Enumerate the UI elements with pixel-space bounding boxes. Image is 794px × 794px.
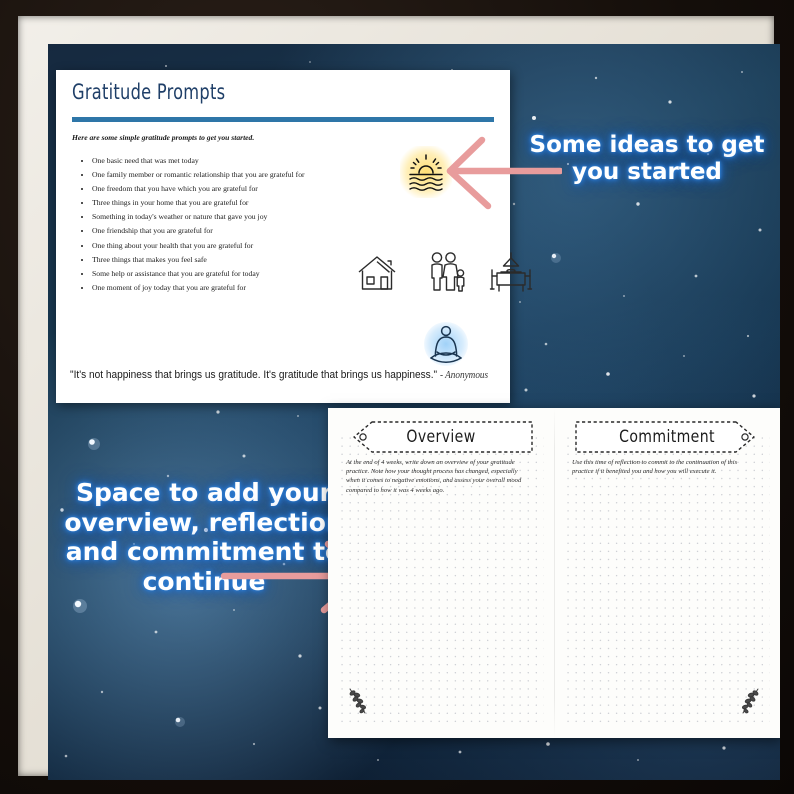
list-item: One thing about your health that you are… (92, 239, 382, 253)
dot-grid-right (564, 434, 770, 724)
artwork-canvas: Gratitude Prompts Here are some simple g… (48, 44, 780, 780)
prompt-list: One basic need that was met today One fa… (80, 154, 382, 295)
house-icon (356, 252, 398, 294)
quote-attribution: - Anonymous (439, 370, 489, 381)
list-item: One moment of joy today that you are gra… (92, 281, 382, 295)
overview-tag-label: Overview (406, 427, 476, 447)
commitment-body-text: Use this time of reflection to commit to… (572, 459, 738, 476)
quote-text: "It's not happiness that brings us grati… (70, 369, 488, 381)
quote-body: "It's not happiness that brings us grati… (70, 369, 438, 381)
commitment-tag-label: Commitment (619, 427, 715, 447)
picture-frame-outer: Gratitude Prompts Here are some simple g… (0, 0, 794, 794)
overview-body-text: At the end of 4 weeks, write down an ove… (346, 459, 522, 494)
botanical-sprig-icon (741, 688, 759, 714)
family-icon (424, 250, 470, 296)
gratitude-prompts-card: Gratitude Prompts Here are some simple g… (56, 70, 533, 403)
botanical-sprig-icon (349, 688, 367, 714)
journal-page-overview: Overview At the end of 4 weeks, write do… (328, 408, 554, 738)
list-item: One freedom that you have which you are … (92, 182, 382, 196)
journal-spread: Overview At the end of 4 weeks, write do… (328, 408, 780, 738)
list-item: One family member or romantic relationsh… (92, 168, 382, 182)
list-item: Something in today's weather or nature t… (92, 210, 382, 224)
picture-frame-mat: Gratitude Prompts Here are some simple g… (18, 16, 780, 780)
intro-text: Here are some simple gratitude prompts t… (72, 133, 255, 142)
list-item: One friendship that you are grateful for (92, 224, 382, 238)
title-divider (72, 117, 494, 122)
annotation-top-right: Some ideas to get you started (529, 132, 765, 186)
journal-gutter (554, 408, 555, 738)
list-item: One basic need that was met today (92, 154, 382, 168)
sunrise-over-water-icon (400, 146, 452, 198)
overview-tag-banner: Overview (346, 420, 536, 454)
dining-table-icon (488, 250, 534, 296)
list-item: Three things that makes you feel safe (92, 253, 382, 267)
journal-page-commitment: Commitment Use this time of reflection t… (554, 408, 780, 738)
meditation-icon (424, 322, 468, 366)
list-item: Some help or assistance that you are gra… (92, 267, 382, 281)
annotation-left: Space to add your overview, reflection a… (64, 478, 344, 596)
page-title: Gratitude Prompts (72, 80, 226, 104)
list-item: Three things in your home that you are g… (92, 196, 382, 210)
commitment-tag-banner: Commitment (572, 420, 762, 454)
